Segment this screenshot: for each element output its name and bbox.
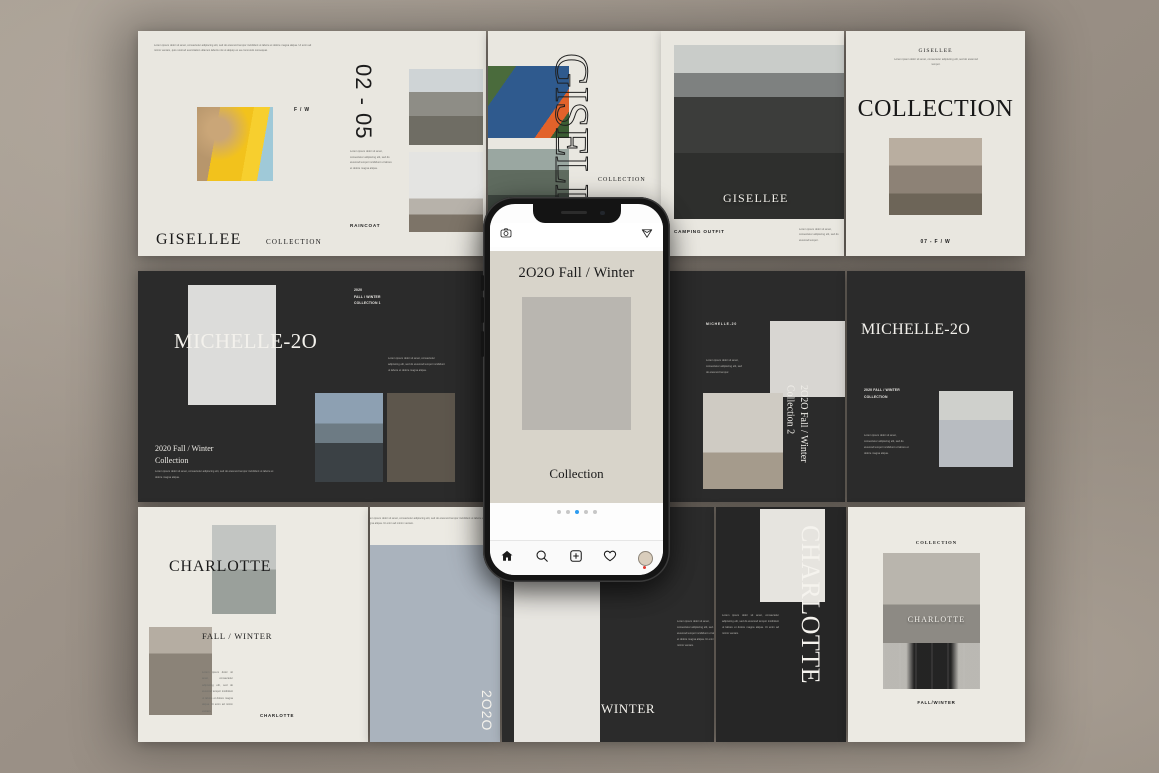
slide-michelle-collection-2[interactable]: MICHELLE-20 Lorem ipsum dolor sit amet, … — [670, 271, 845, 502]
home-icon[interactable] — [500, 549, 514, 568]
direct-message-icon[interactable] — [641, 226, 653, 244]
slide-charlotte-final[interactable]: COLLECTION CHARLOTTE FALL/WINTER — [848, 507, 1025, 742]
slide6-meta-line-1: 2020 FALL / WINTER — [864, 387, 900, 394]
slide10-body-text: Lorem ipsum dolor sit amet, consectetur … — [722, 613, 779, 637]
slide2-label: COLLECTION — [598, 177, 646, 183]
slide7-footer: CHARLOTTE — [260, 713, 294, 718]
slide-charlotte-cover[interactable]: CHARLOTTE FALL / WINTER Lorem ipsum dolo… — [138, 507, 368, 742]
camera-icon[interactable] — [500, 226, 512, 244]
add-post-icon[interactable] — [569, 549, 583, 568]
slide7-title: CHARLOTTE — [169, 558, 271, 576]
carousel-dot[interactable] — [557, 510, 561, 514]
phone-mockup[interactable]: 2O2O Fall / Winter Collection — [483, 197, 670, 582]
photo-yellow-raincoat-standing — [409, 152, 483, 232]
photo-belt-jeans-blazer — [939, 391, 1013, 467]
phone-screen: 2O2O Fall / Winter Collection — [490, 204, 663, 575]
slide1-brand: GISELLEE — [156, 231, 242, 249]
phone-volume-up-button[interactable] — [481, 275, 484, 291]
slide6-body-text: Lorem ipsum dolor sit amet, consectetur … — [864, 433, 910, 457]
slide1-side-text: Lorem ipsum dolor sit amet, consectetur … — [350, 149, 392, 172]
photo-yellow-raincoat-portrait — [197, 107, 273, 181]
search-icon[interactable] — [535, 549, 549, 568]
feed-post[interactable]: 2O2O Fall / Winter Collection — [490, 251, 663, 503]
profile-avatar[interactable] — [638, 551, 653, 566]
carousel-dot-active[interactable] — [575, 510, 579, 514]
slide10-vertical-title: CHARLOTTE — [795, 525, 825, 684]
slide3-title: COLLECTION — [846, 96, 1025, 123]
slide-giselle-title[interactable]: GISELLEE Lorem ipsum dolor sit amet, con… — [846, 31, 1025, 256]
slide-giselle-cover[interactable]: Lorem ipsum dolor sit amet, consectetur … — [138, 31, 486, 256]
scene-background: Lorem ipsum dolor sit amet, consectetur … — [0, 0, 1159, 773]
slide1-caption: RAINCOAT — [350, 223, 380, 228]
phone-speaker — [561, 211, 587, 214]
slide8-vertical-number: 2O2O — [479, 690, 495, 731]
slide9-body-text: Lorem ipsum dolor sit amet, consectetur … — [677, 619, 714, 649]
slide1-body-text: Lorem ipsum dolor sit amet, consectetur … — [154, 44, 318, 54]
photo-yellow-raincoat-backpack — [409, 69, 483, 145]
slide2-photo-caption: GISELLEE — [723, 191, 789, 206]
carousel-dot[interactable] — [593, 510, 597, 514]
slide11-footer: FALL/WINTER — [848, 700, 1025, 705]
slide4-meta-line-1: 2020 — [354, 287, 381, 294]
post-title: 2O2O Fall / Winter — [490, 265, 663, 282]
slide4-meta: 2020 FALL / WINTER COLLECTION 1 — [354, 287, 381, 307]
slide11-label: COLLECTION — [848, 540, 1025, 545]
slide-giselle-collection-right[interactable]: GISELLEE CAMPING OUTFIT Lorem ipsum dolo… — [661, 31, 844, 256]
slide4-body-text: Lorem ipsum dolor sit amet, consectetur … — [155, 469, 275, 480]
phone-volume-down-button[interactable] — [481, 297, 484, 323]
slide2-side-text: Lorem ipsum dolor sit amet, consectetur … — [799, 227, 839, 243]
slide8-top-text: Lorem ipsum dolor sit amet, consectetur … — [370, 517, 494, 527]
photo-sunglasses-street-style — [315, 393, 383, 482]
slide7-body-text: Lorem ipsum dolor sit amet, consectetur … — [202, 670, 233, 715]
slide3-brand: GISELLEE — [846, 48, 1025, 54]
phone-notch — [533, 204, 621, 223]
post-image-beige-coat-graffiti-wall[interactable] — [522, 297, 631, 430]
slide4-side-text: Lorem ipsum dolor sit amet, consectetur … — [388, 356, 446, 374]
carousel-dot[interactable] — [566, 510, 570, 514]
phone-front-camera — [600, 211, 605, 216]
slide9-title: WINTER — [601, 701, 655, 717]
slide11-photo-caption: CHARLOTTE — [848, 615, 1025, 624]
slide6-meta-line-2: COLLECTION — [864, 394, 900, 401]
photo-white-denim-coat-woman — [889, 138, 982, 215]
slide4-title: MICHELLE-2O — [174, 329, 317, 354]
app-bottom-nav[interactable] — [490, 540, 663, 575]
slide7-subtitle: FALL / WINTER — [202, 631, 272, 641]
slide6-meta: 2020 FALL / WINTER COLLECTION — [864, 387, 900, 401]
photo-olive-hoodie-coat — [387, 393, 455, 482]
slide-charlotte-vertical[interactable]: Lorem ipsum dolor sit amet, consectetur … — [716, 507, 846, 742]
photo-walking-black-outfit — [703, 393, 783, 489]
slide5-label: MICHELLE-20 — [706, 322, 737, 326]
slide3-footer: 07 - F / W — [846, 239, 1025, 245]
phone-mute-button[interactable] — [481, 331, 484, 357]
carousel-dot[interactable] — [584, 510, 588, 514]
carousel-dots[interactable] — [490, 510, 663, 514]
app-top-bar — [490, 223, 663, 247]
slide5-body-text: Lorem ipsum dolor sit amet, consectetur … — [706, 358, 742, 377]
heart-icon[interactable] — [603, 549, 617, 568]
slide1-kicker: F / W — [294, 107, 310, 113]
post-subtitle: Collection — [490, 466, 663, 482]
slide4-meta-line-3: COLLECTION 1 — [354, 300, 381, 307]
slide1-number: 02 - 05 — [350, 64, 376, 140]
slide6-title: MICHELLE-2O — [861, 321, 970, 339]
slide2-caption: CAMPING OUTFIT — [674, 229, 725, 234]
slide3-subtitle: Lorem ipsum dolor sit amet, consectetur … — [890, 57, 982, 68]
slide4-meta-line-2: FALL / WINTER — [354, 294, 381, 301]
slide-michelle-title[interactable]: MICHELLE-2O 2020 FALL / WINTER COLLECTIO… — [847, 271, 1025, 502]
slide4-subtitle: 2020 Fall / Winter Collection — [155, 443, 213, 467]
slide1-footer-label: COLLECTION — [266, 238, 322, 246]
slide5-vertical-title: 2O2O Fall / Winter Collection 2 — [783, 385, 810, 462]
